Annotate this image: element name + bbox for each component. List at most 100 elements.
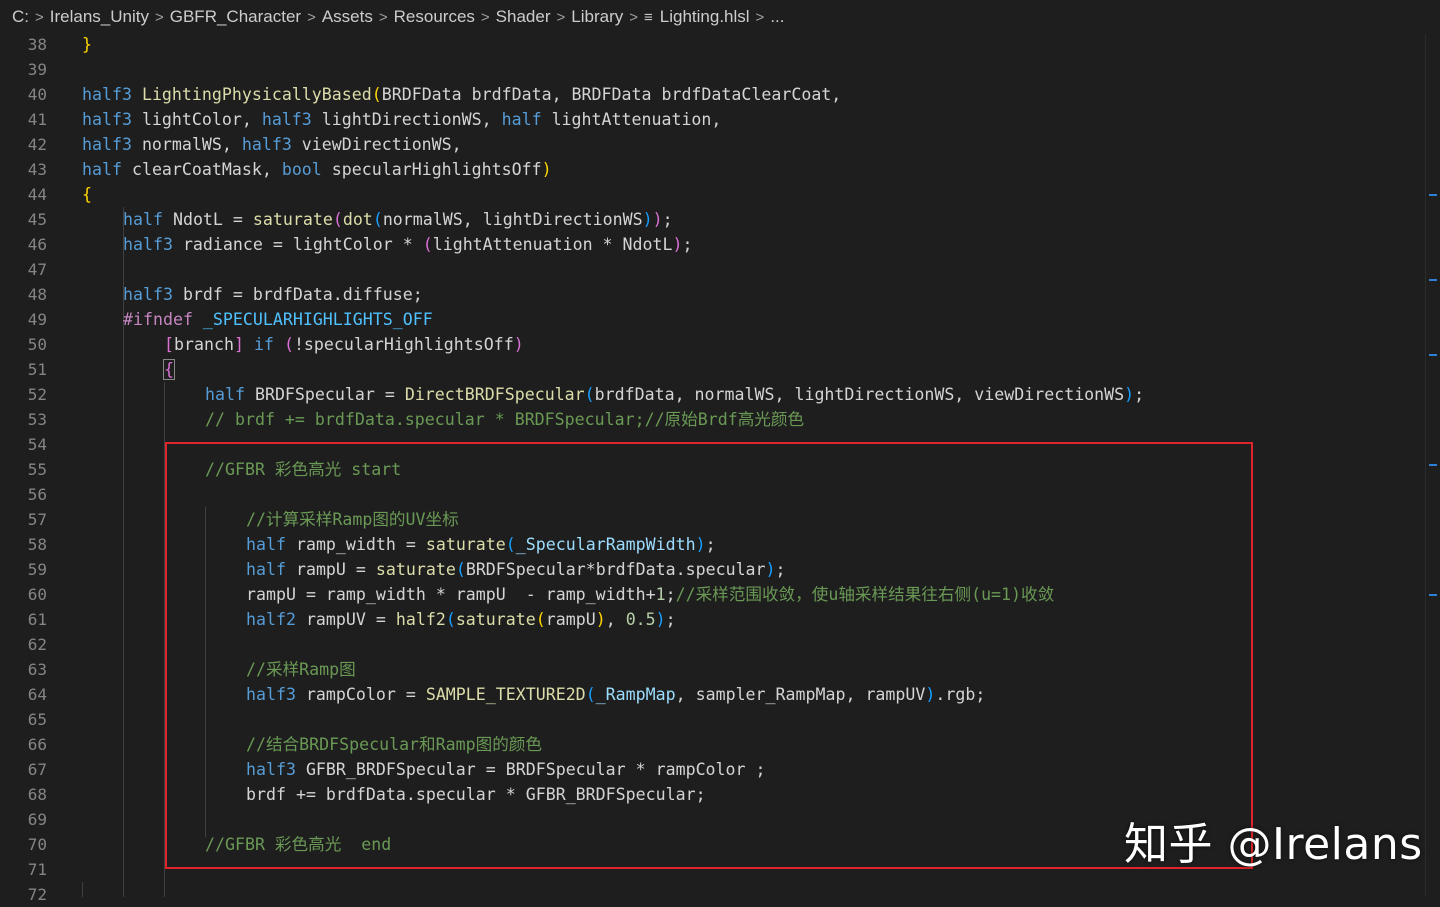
function-name: saturate xyxy=(425,535,506,554)
code-text: GFBR_BRDFSpecular = BRDFSpecular * rampC… xyxy=(295,760,766,779)
paren: ) xyxy=(652,210,663,229)
code-line-48: half3 brdf = brdfData.diffuse; xyxy=(123,282,423,307)
code-text: , xyxy=(605,610,626,629)
scroll-marker xyxy=(1429,279,1437,281)
code-text: ; xyxy=(682,235,693,254)
code-line-51: { xyxy=(163,357,175,382)
code-text: lightAttenuation * NdotL xyxy=(432,235,673,254)
breadcrumb-drive[interactable]: C: xyxy=(12,7,29,27)
paren: ( xyxy=(371,85,382,104)
line-number: 42 xyxy=(27,135,47,154)
scroll-marker xyxy=(1429,194,1437,196)
line-number: 71 xyxy=(27,860,47,879)
type-token: half3 xyxy=(123,235,173,254)
code-line-59: half rampU = saturate(BRDFSpecular*brdfD… xyxy=(246,557,786,582)
line-number: 56 xyxy=(27,485,47,504)
brace: { xyxy=(163,359,175,380)
code-line-64: half3 rampColor = SAMPLE_TEXTURE2D(_Ramp… xyxy=(246,682,985,707)
paren: ( xyxy=(372,210,383,229)
type-token: half3 xyxy=(261,110,312,129)
line-number: 58 xyxy=(27,535,47,554)
code-line-60: rampU = ramp_width * rampU - ramp_width+… xyxy=(246,582,1054,607)
type-token: half2 xyxy=(246,610,296,629)
code-line-38: } xyxy=(82,32,92,57)
code-editor[interactable]: 38 39 40 41 42 43 44 45 46 47 48 49 50 5… xyxy=(0,34,1440,904)
chevron-right-icon: > xyxy=(629,8,638,26)
code-line-50: [branch] if (!specularHighlightsOff) xyxy=(164,332,524,357)
brace: } xyxy=(82,35,92,54)
code-text: lightDirectionWS, xyxy=(311,110,502,129)
code-text: branch xyxy=(174,335,234,354)
code-comment: //结合BRDFSpecular和Ramp图的颜色 xyxy=(246,735,542,754)
breadcrumb-library[interactable]: Library xyxy=(571,7,623,27)
line-number: 70 xyxy=(27,835,47,854)
code-text: rampU = xyxy=(285,560,376,579)
function-name: saturate xyxy=(252,210,333,229)
line-number: 69 xyxy=(27,810,47,829)
code-line-68: brdf += brdfData.specular * GFBR_BRDFSpe… xyxy=(246,782,706,807)
breadcrumb-shader[interactable]: Shader xyxy=(496,7,551,27)
code-comment: //计算采样Ramp图的UV坐标 xyxy=(246,510,459,529)
code-text: normalWS, xyxy=(131,135,242,154)
code-text: ; xyxy=(665,585,676,604)
code-line-40: half3 LightingPhysicallyBased(BRDFData b… xyxy=(82,82,841,107)
code-text: NdotL = xyxy=(162,210,253,229)
code-line-67: half3 GFBR_BRDFSpecular = BRDFSpecular *… xyxy=(246,757,766,782)
code-text: ; xyxy=(665,610,676,629)
paren: ( xyxy=(505,535,516,554)
code-text: lightColor, xyxy=(131,110,262,129)
code-text: specularHighlightsOff xyxy=(321,160,542,179)
code-text: brdf += brdfData.specular * GFBR_BRDFSpe… xyxy=(246,785,706,804)
function-name: LightingPhysicallyBased xyxy=(141,85,372,104)
type-token: half3 xyxy=(241,135,292,154)
code-line-43: half clearCoatMask, bool specularHighlig… xyxy=(82,157,552,182)
code-line-45: half NdotL = saturate(dot(normalWS, ligh… xyxy=(123,207,673,232)
lines-icon: ≡ xyxy=(644,8,653,26)
paren: ( xyxy=(535,610,546,629)
chevron-right-icon: > xyxy=(307,8,316,26)
preprocessor-directive: #ifndef xyxy=(123,310,193,329)
code-line-41: half3 lightColor, half3 lightDirectionWS… xyxy=(82,107,721,132)
line-number: 45 xyxy=(27,210,47,229)
code-text: BRDFSpecular = xyxy=(244,385,405,404)
code-text: ; xyxy=(1134,385,1145,404)
scroll-marker xyxy=(1429,354,1437,356)
line-number: 44 xyxy=(27,185,47,204)
code-line-52: half BRDFSpecular = DirectBRDFSpecular(b… xyxy=(205,382,1144,407)
line-number: 46 xyxy=(27,235,47,254)
code-text: brdf = brdfData.diffuse; xyxy=(172,285,423,304)
paren: ( xyxy=(584,385,595,404)
line-number: 39 xyxy=(27,60,47,79)
breadcrumb-gbfr-character[interactable]: GBFR_Character xyxy=(170,7,301,27)
variable-token: _SpecularRampWidth xyxy=(515,535,696,554)
code-area[interactable]: } half3 LightingPhysicallyBased(BRDFData… xyxy=(82,34,1412,897)
paren: ) xyxy=(541,160,552,179)
breadcrumb-file[interactable]: Lighting.hlsl xyxy=(660,7,750,27)
type-token: half xyxy=(246,560,286,579)
type-token: half3 xyxy=(246,760,296,779)
line-number: 60 xyxy=(27,585,47,604)
paren: ( xyxy=(585,685,596,704)
vertical-scrollbar[interactable] xyxy=(1425,34,1440,897)
paren: ) xyxy=(765,560,776,579)
breadcrumb-assets[interactable]: Assets xyxy=(322,7,373,27)
line-number: 65 xyxy=(27,710,47,729)
function-name: saturate xyxy=(375,560,456,579)
breadcrumb-irelans-unity[interactable]: Irelans_Unity xyxy=(50,7,149,27)
type-token: half3 xyxy=(82,110,132,129)
line-number: 47 xyxy=(27,260,47,279)
breadcrumb-resources[interactable]: Resources xyxy=(394,7,475,27)
line-number: 68 xyxy=(27,785,47,804)
code-text: ; xyxy=(662,210,673,229)
type-token: half3 xyxy=(246,685,296,704)
line-number: 41 xyxy=(27,110,47,129)
breadcrumb-more[interactable]: ... xyxy=(770,7,784,27)
code-text: .rgb; xyxy=(935,685,986,704)
line-number: 43 xyxy=(27,160,47,179)
paren: ( xyxy=(422,235,433,254)
code-text: viewDirectionWS, xyxy=(291,135,462,154)
function-name: DirectBRDFSpecular xyxy=(404,385,585,404)
code-text: lightAttenuation, xyxy=(541,110,722,129)
chevron-right-icon: > xyxy=(35,8,44,26)
